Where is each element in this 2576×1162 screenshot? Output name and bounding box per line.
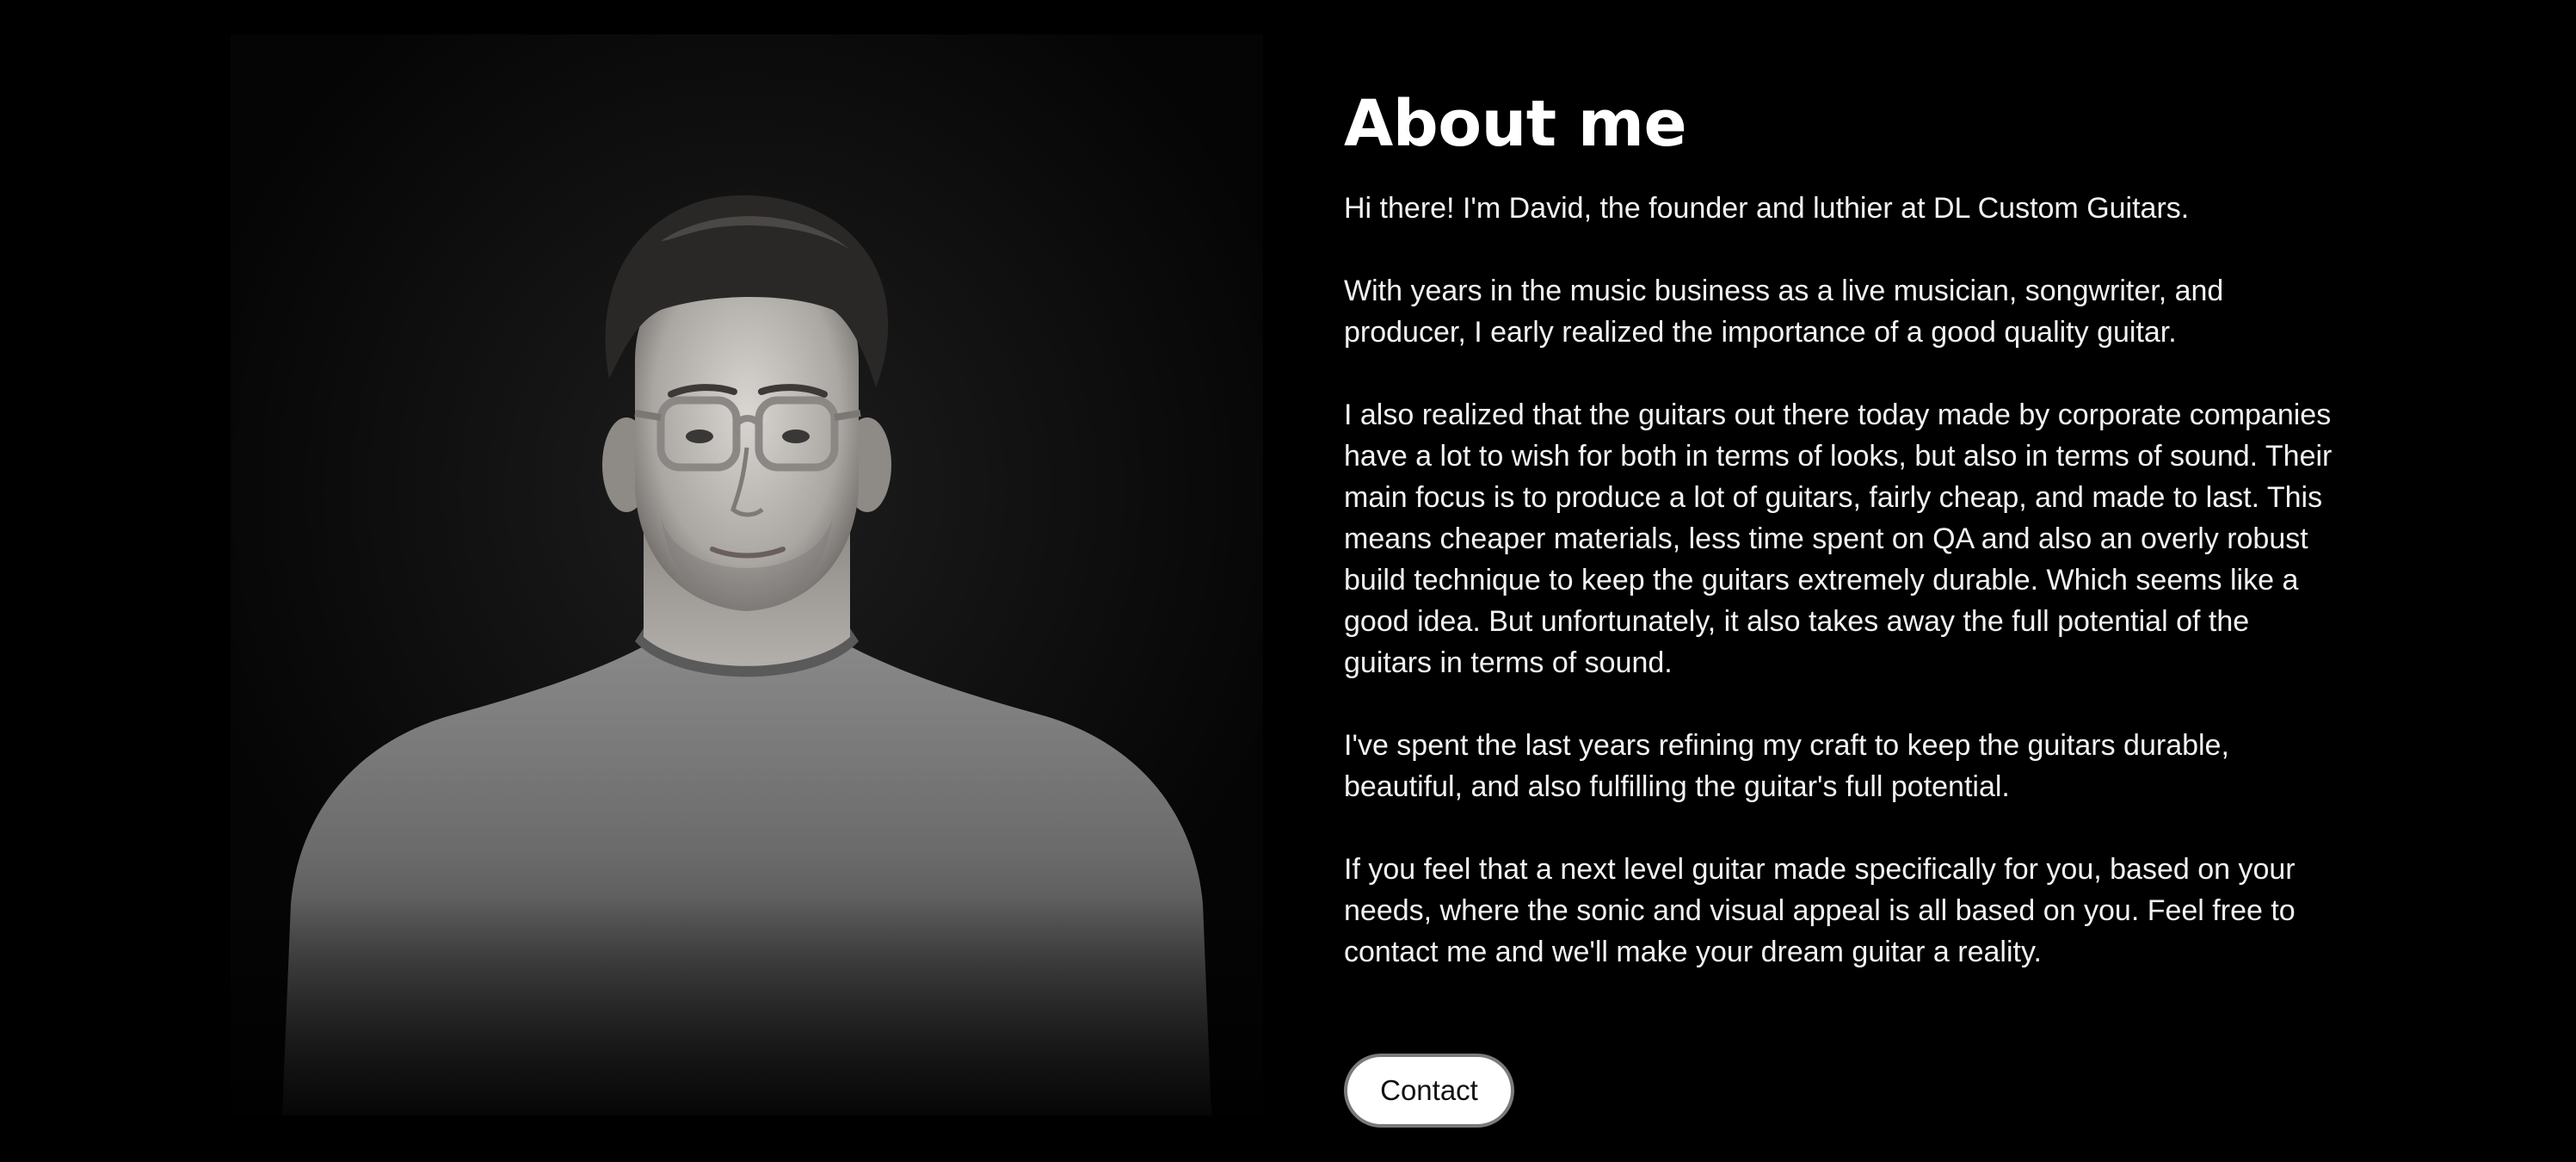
bio-paragraph: With years in the music business as a li… [1344,275,2224,349]
bio-paragraph: Hi there! I'm David, the founder and lut… [1344,192,2190,225]
bio-paragraph: If you feel that a next level guitar mad… [1344,853,2296,968]
founder-portrait-photo [231,34,1263,1116]
about-section: About me Hi there! I'm David, the founde… [1344,83,2342,973]
bio-text: Hi there! I'm David, the founder and lut… [1344,188,2342,973]
about-title: About me [1344,87,1687,161]
contact-button[interactable]: Contact [1344,1054,1514,1128]
portrait-illustration [231,34,1263,1116]
bio-paragraph: I've spent the last years refining my cr… [1344,729,2229,803]
bio-paragraph: I also realized that the guitars out the… [1344,399,2333,679]
